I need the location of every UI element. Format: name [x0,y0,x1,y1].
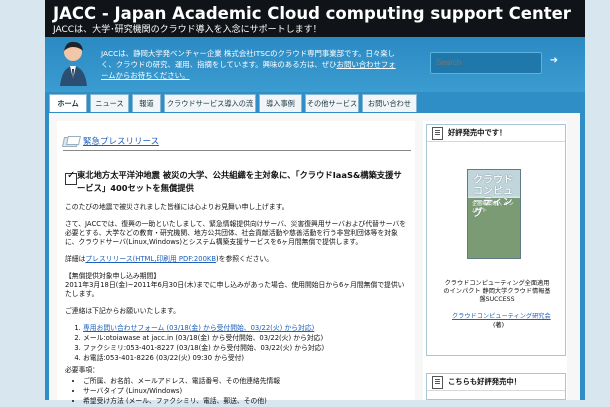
article-title: 東北地方太平洋沖地震 被災の大学、公共組織を主対象に、「クラウドIaaS&構築支… [77,170,402,193]
book-cover[interactable]: クラウドコンピューティング 企画構築導入 インパクト [467,169,521,259]
press-release-link[interactable]: 緊急プレスリリース [83,135,159,147]
contact-form-list-link[interactable]: 専用お問い合わせフォーム (03/18(金) から受付開始、03/22(火) か… [83,324,314,332]
book-description: クラウドコンピューティング全面適用のインパクト 静岡大学クラウド情報基盤SUCC… [443,280,551,303]
contact-list: 専用お問い合わせフォーム (03/18(金) から受付開始、03/22(火) か… [65,324,408,363]
document-icon [432,376,443,389]
search-input[interactable] [434,55,539,69]
detail-reference: 詳細はプレスリリース(HTML,印刷用 PDF:200KB)を参照ください。 [65,255,408,264]
tab-press[interactable]: 報道 [132,94,161,112]
required-list: ご所属、お名前、メールアドレス、電話番号、その他連絡先情報 サーバタイプ (Li… [65,377,408,406]
contact-item-fax: ファクシミリ:053-401-8227 (03/18(金) から受付開始、03/… [83,344,408,353]
research-group-link[interactable]: クラウドコンピューティング研究会 [452,311,551,320]
article-body: このたびの地震で被災されました皆様には心よりお見舞い申し上げます。 さて、JAC… [65,203,408,407]
book-promo-heading: 好評発売中です！ [427,125,565,142]
required-title: 必要事項： [65,366,99,374]
article-panel: 緊急プレスリリース 東北地方太平洋沖地震 被災の大学、公共組織を主対象に、「クラ… [57,121,415,405]
required-item-server-type: サーバタイプ (Linux/Windows) [83,387,408,396]
search-box [430,52,542,74]
site-title: JACC - Japan Academic Cloud computing su… [53,4,571,23]
contact-item-email: メール:otoiawase at jacc.in (03/18(金) から受付開… [83,334,408,343]
detail-suffix: )を参照ください。 [216,255,274,263]
site-header: JACC - Japan Academic Cloud computing su… [45,0,585,37]
intro-banner: JACCは、静岡大学発ベンチャー企業 株式会社ITSCのクラウド専門事業部です。… [45,37,585,92]
press-release-heading: 緊急プレスリリース [63,135,159,147]
sidebar: 好評発売中です！ クラウドコンピューティング 企画構築導入 インパクト クラウド… [423,121,567,400]
application-period-title: 【無償提供対象申し込み期間】 [65,272,161,280]
required-item-delivery: 希望受け方法 (メール、ファクシミリ、電話、郵送、その他) [83,397,408,406]
main-navigation: ホーム ニュース 報道 クラウドサービス導入の流れ 導入事例 その他サービス お… [49,94,580,126]
site-tagline: JACCは、大学･研究機関のクラウド導入を入念にサポートします！ [53,25,322,35]
paper-icon [63,136,79,146]
detail-prefix: 詳細は [65,255,86,263]
contact-intro: ご連絡は下記からお願いいたします。 [65,307,180,315]
tab-news[interactable]: ニュース [90,94,129,112]
second-promo-heading-text: こちらも好評発売中！ [448,377,521,386]
tab-case-studies[interactable]: 導入事例 [259,94,302,112]
book-cover-subtitle: 企画構築導入 インパクト [472,201,514,214]
person-icon [60,41,87,86]
document-icon [432,127,443,140]
heading-divider [63,150,411,151]
service-description: さて、JACCでは、復興の一助といたしまして、緊急情報提供向けサーバ、災害復興用… [65,220,407,246]
book-promo-heading-text: 好評発売中です！ [448,128,507,137]
search-button[interactable]: ➜ [547,54,561,68]
required-item-contact: ご所属、お名前、メールアドレス、電話番号、その他連絡先情報 [83,377,408,386]
book-promo-box: 好評発売中です！ クラウドコンピューティング 企画構築導入 インパクト クラウド… [426,124,566,356]
second-promo-box: こちらも好評発売中！ [426,373,566,400]
author-note: (著) [493,322,505,329]
application-period-block: 【無償提供対象申し込み期間】 2011年3月18日(金)~2011年6月30日(… [65,272,408,299]
tab-cloud-service-flow[interactable]: クラウドサービス導入の流れ [164,94,256,126]
checkbox-icon [65,170,77,185]
tab-other-services[interactable]: その他サービス [305,94,359,112]
tab-contact[interactable]: お問い合わせ [362,94,417,112]
sympathy-message: このたびの地震で被災されました皆様には心よりお見舞い申し上げます。 [65,203,289,211]
second-promo-heading: こちらも好評発売中！ [427,374,565,391]
press-release-html-link[interactable]: プレスリリース(HTML, [85,255,156,263]
page-shell: JACC - Japan Academic Cloud computing su… [45,0,585,405]
main-area: 緊急プレスリリース 東北地方太平洋沖地震 被災の大学、公共組織を主対象に、「クラ… [49,113,580,405]
tab-home[interactable]: ホーム [49,94,87,112]
contact-item-form: 専用お問い合わせフォーム (03/18(金) から受付開始、03/22(火) か… [83,324,408,333]
contact-item-phone: お電話:053-401-8226 (03/22(火) 09:30 から受付) [83,354,408,363]
application-period-text: 2011年3月18日(金)~2011年6月30日(木)までに申し込みがあった場合… [65,281,405,298]
arrow-icon: ➜ [549,55,559,66]
intro-message: JACCは、静岡大学発ベンチャー企業 株式会社ITSCのクラウド専門事業部です。… [101,48,401,81]
press-release-pdf-link[interactable]: 印刷用 PDF:200KB [156,255,216,263]
